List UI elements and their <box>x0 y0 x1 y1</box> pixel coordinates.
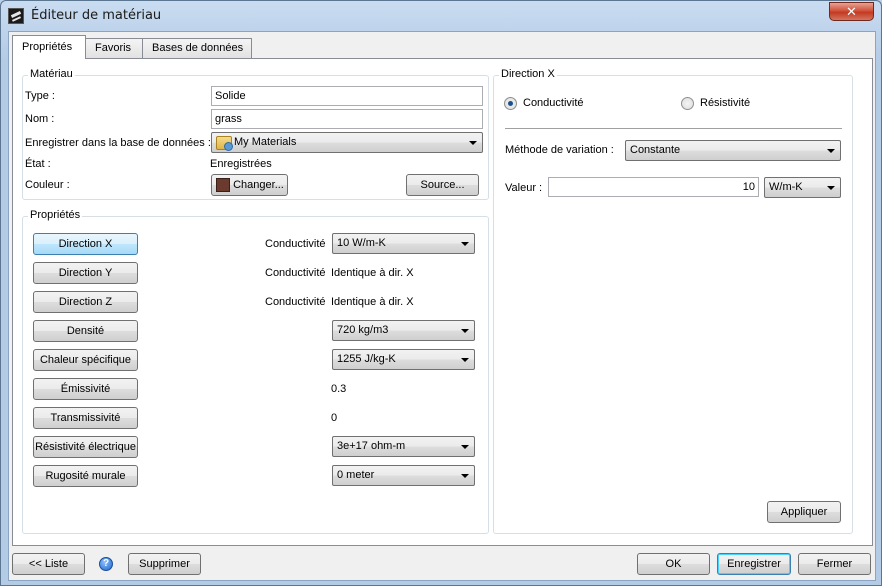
client-area: Propriétés Favoris Bases de données Maté… <box>8 31 876 581</box>
transmissivity-button[interactable]: Transmissivité <box>33 407 138 429</box>
conductivity-radio-label[interactable]: Conductivité <box>523 97 584 109</box>
state-value: Enregistrées <box>210 158 272 170</box>
wall-roughness-button[interactable]: Rugosité murale <box>33 465 138 487</box>
apply-button[interactable]: Appliquer <box>767 501 841 523</box>
chevron-down-icon <box>827 186 835 190</box>
type-field[interactable]: Solide <box>211 86 483 106</box>
unit-select[interactable]: W/m-K <box>764 177 841 198</box>
database-icon <box>216 136 233 151</box>
change-color-button[interactable]: Changer... <box>211 174 288 196</box>
window-title: Éditeur de matériau <box>31 8 162 23</box>
emissivity-button[interactable]: Émissivité <box>33 378 138 400</box>
electrical-resistivity-select[interactable]: 3e+17 ohm-m <box>332 436 475 457</box>
ok-button[interactable]: OK <box>637 553 710 575</box>
conductivity-label-y: Conductivité <box>265 267 326 279</box>
tab-bases-de-donnees[interactable]: Bases de données <box>142 38 252 58</box>
material-group: Matériau Type : Solide Nom : grass Enreg… <box>22 68 489 200</box>
transmissivity-value: 0 <box>331 412 338 424</box>
tab-favoris[interactable]: Favoris <box>85 38 143 58</box>
close-window-button[interactable]: ✕ <box>829 2 874 21</box>
conductivity-x-select[interactable]: 10 W/m-K <box>332 233 475 254</box>
specific-heat-button[interactable]: Chaleur spécifique <box>33 349 138 371</box>
conductivity-y-value: Identique à dir. X <box>331 267 414 279</box>
variation-method-value: Constante <box>630 144 681 156</box>
specific-heat-value: 1255 J/kg-K <box>337 353 396 365</box>
save-button[interactable]: Enregistrer <box>717 553 791 575</box>
value-field[interactable]: 10 <box>548 177 759 197</box>
resistivity-radio[interactable] <box>681 97 694 110</box>
properties-group-title: Propriétés <box>28 209 83 221</box>
app-icon <box>8 8 24 24</box>
material-editor-window: Éditeur de matériau ✕ Propriétés Favoris… <box>0 0 882 586</box>
state-label: État : <box>25 158 51 170</box>
color-swatch <box>216 178 230 192</box>
density-value: 720 kg/m3 <box>337 324 389 336</box>
method-label: Méthode de variation : <box>505 144 614 156</box>
wall-roughness-select[interactable]: 0 meter <box>332 465 475 486</box>
close-button[interactable]: Fermer <box>798 553 871 575</box>
help-icon[interactable]: ? <box>99 557 113 571</box>
material-group-title: Matériau <box>28 68 75 80</box>
chevron-down-icon <box>461 242 469 246</box>
source-button[interactable]: Source... <box>406 174 479 196</box>
chevron-down-icon <box>461 474 469 478</box>
type-label: Type : <box>25 90 55 102</box>
density-button[interactable]: Densité <box>33 320 138 342</box>
name-field[interactable]: grass <box>211 109 483 129</box>
color-label: Couleur : <box>25 179 70 191</box>
wall-roughness-value: 0 meter <box>337 469 375 481</box>
change-color-label: Changer... <box>233 179 284 191</box>
tab-panel: Matériau Type : Solide Nom : grass Enreg… <box>12 58 873 546</box>
properties-group: Propriétés Direction X Conductivité 10 W… <box>22 209 489 534</box>
title-bar[interactable]: Éditeur de matériau ✕ <box>1 1 881 31</box>
unit-value: W/m-K <box>769 181 803 193</box>
value-label: Valeur : <box>505 182 543 194</box>
variation-method-select[interactable]: Constante <box>625 140 841 161</box>
direction-x-group: Direction X Conductivité Résistivité Mét… <box>493 68 853 534</box>
resistivity-radio-label[interactable]: Résistivité <box>700 97 750 109</box>
direction-x-button[interactable]: Direction X <box>33 233 138 255</box>
direction-x-group-title: Direction X <box>499 68 557 80</box>
conductivity-label-x: Conductivité <box>265 238 326 250</box>
density-select[interactable]: 720 kg/m3 <box>332 320 475 341</box>
conductivity-radio[interactable] <box>504 97 517 110</box>
save-db-label: Enregistrer dans la base de données : <box>25 137 211 149</box>
separator <box>505 128 842 129</box>
direction-y-button[interactable]: Direction Y <box>33 262 138 284</box>
chevron-down-icon <box>461 358 469 362</box>
electrical-resistivity-value: 3e+17 ohm-m <box>337 440 406 452</box>
conductivity-x-value: 10 W/m-K <box>337 237 386 249</box>
specific-heat-select[interactable]: 1255 J/kg-K <box>332 349 475 370</box>
save-db-value: My Materials <box>234 136 297 148</box>
list-button[interactable]: << Liste <box>12 553 85 575</box>
chevron-down-icon <box>461 329 469 333</box>
electrical-resistivity-button[interactable]: Résistivité électrique <box>33 436 138 458</box>
emissivity-value: 0.3 <box>331 383 347 395</box>
conductivity-z-value: Identique à dir. X <box>331 296 414 308</box>
chevron-down-icon <box>461 445 469 449</box>
chevron-down-icon <box>827 149 835 153</box>
chevron-down-icon <box>469 141 477 145</box>
tab-proprietes[interactable]: Propriétés <box>12 35 86 59</box>
save-db-select[interactable]: My Materials <box>211 132 483 153</box>
delete-button[interactable]: Supprimer <box>128 553 201 575</box>
conductivity-label-z: Conductivité <box>265 296 326 308</box>
name-label: Nom : <box>25 113 55 125</box>
direction-z-button[interactable]: Direction Z <box>33 291 138 313</box>
